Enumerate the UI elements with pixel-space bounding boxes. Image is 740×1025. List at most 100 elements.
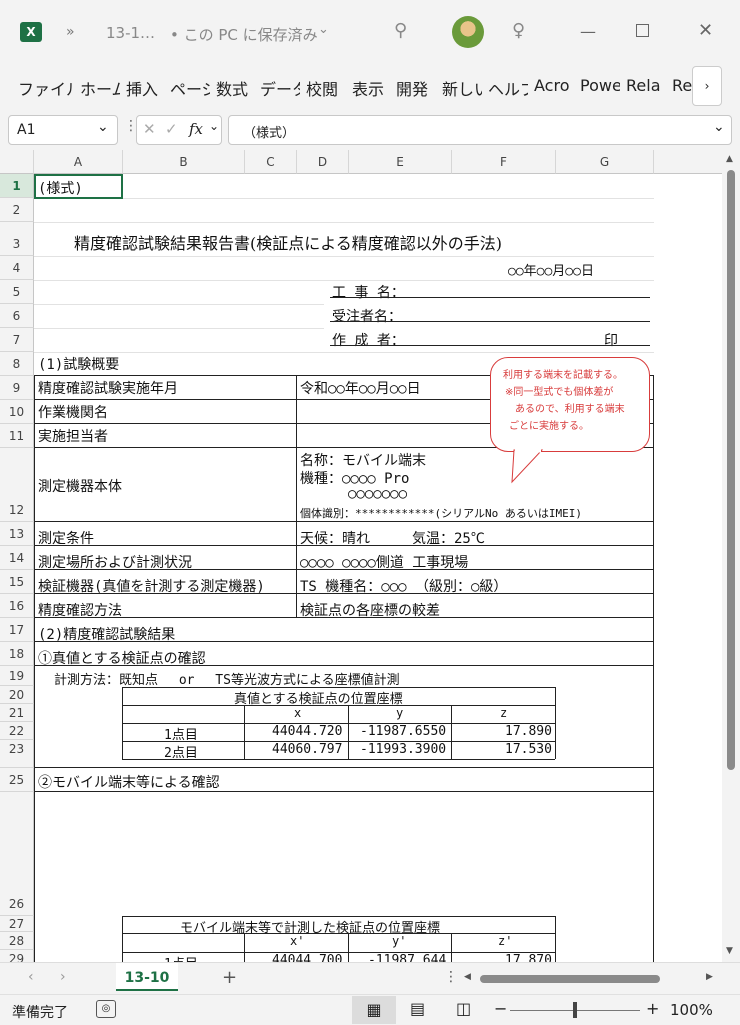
- excel-icon[interactable]: X: [20, 22, 42, 42]
- tab-re[interactable]: Re: [672, 76, 694, 95]
- cancel-icon[interactable]: ✕: [143, 120, 156, 138]
- scroll-up-icon[interactable]: ▲: [726, 154, 733, 164]
- row-header[interactable]: 11: [0, 424, 34, 448]
- row-header[interactable]: 29: [0, 950, 34, 962]
- row-header[interactable]: 15: [0, 570, 34, 594]
- row-header[interactable]: 26: [0, 792, 34, 916]
- row-header[interactable]: 10: [0, 400, 34, 424]
- column-header-g[interactable]: G: [556, 150, 654, 174]
- tab-formulas[interactable]: 数式: [216, 76, 254, 100]
- formula-input[interactable]: （様式） ⌄: [228, 115, 732, 145]
- scroll-down-icon[interactable]: ▼: [726, 946, 733, 956]
- file-title: 13-1…: [106, 24, 156, 42]
- row-header[interactable]: 9: [0, 376, 34, 400]
- hscroll-right-icon[interactable]: ▶: [706, 972, 713, 982]
- tab-rela[interactable]: Rela: [626, 76, 666, 95]
- row-header[interactable]: 12: [0, 448, 34, 522]
- expand-formula-icon[interactable]: ⌄: [713, 119, 725, 135]
- section-heading: (1)試験概要: [38, 357, 120, 373]
- row-header[interactable]: 1: [0, 174, 34, 198]
- tab-page-layout[interactable]: ページ: [170, 76, 210, 100]
- chevron-down-icon[interactable]: ⌄: [318, 22, 329, 37]
- worksheet-grid[interactable]: A B C D E F G 1 2 3 4 5 6 7 8 9 10 11 12…: [0, 150, 722, 962]
- tab-file[interactable]: ファイル: [18, 76, 74, 100]
- zoom-slider-thumb[interactable]: [573, 1002, 577, 1018]
- horizontal-scroll-thumb[interactable]: [480, 975, 660, 983]
- hscroll-left-icon[interactable]: ◀: [464, 972, 471, 982]
- zoom-out-icon[interactable]: −: [494, 999, 507, 1018]
- gridline: [34, 280, 654, 281]
- row-header[interactable]: 21: [0, 704, 34, 722]
- name-box[interactable]: A1 ⌄: [8, 115, 118, 145]
- avatar[interactable]: [452, 16, 484, 48]
- row-header[interactable]: 19: [0, 666, 34, 686]
- zoom-in-icon[interactable]: +: [646, 999, 659, 1018]
- row-header[interactable]: 5: [0, 280, 34, 304]
- title-bar: X » 13-1… • この PC に保存済み ⌄ ⚲ ♀ — ✕: [0, 0, 740, 64]
- tab-developer[interactable]: 開発: [396, 76, 434, 100]
- ribbon-scroll-right-button[interactable]: ›: [692, 66, 722, 106]
- tab-help[interactable]: ヘルプ: [488, 76, 528, 100]
- normal-view-button[interactable]: ▦: [352, 996, 396, 1024]
- prev-sheet-icon[interactable]: ‹: [28, 969, 34, 985]
- row-header[interactable]: 4: [0, 256, 34, 280]
- zoom-level[interactable]: 100%: [670, 1001, 713, 1019]
- table-title: 真値とする検証点の位置座標: [234, 692, 403, 707]
- row-header[interactable]: 7: [0, 328, 34, 352]
- minimize-icon[interactable]: —: [580, 22, 596, 41]
- row-header[interactable]: 20: [0, 686, 34, 704]
- tab-new[interactable]: 新しい: [442, 76, 482, 100]
- row-header[interactable]: 6: [0, 304, 34, 328]
- tab-power[interactable]: Powe: [580, 76, 620, 95]
- column-header-b[interactable]: B: [123, 150, 245, 174]
- row-header[interactable]: 13: [0, 522, 34, 546]
- accessibility-icon[interactable]: ◎: [96, 1000, 116, 1018]
- sheet-tab-active[interactable]: 13-10: [116, 963, 178, 991]
- next-sheet-icon[interactable]: ›: [60, 969, 66, 985]
- row-header[interactable]: 23: [0, 740, 34, 768]
- column-header-e[interactable]: E: [349, 150, 452, 174]
- insert-function-icon[interactable]: fx: [189, 120, 203, 138]
- lightbulb-icon[interactable]: ♀: [512, 20, 525, 41]
- more-icon[interactable]: ⋮: [444, 969, 458, 985]
- tab-review[interactable]: 校閲: [306, 76, 344, 100]
- row-header[interactable]: 27: [0, 916, 34, 932]
- contractor-label: 受注者名：: [332, 309, 402, 325]
- row-header[interactable]: 16: [0, 594, 34, 618]
- vertical-scrollbar[interactable]: ▲ ▼: [722, 150, 740, 962]
- column-header-a[interactable]: A: [34, 150, 123, 174]
- row-header[interactable]: 18: [0, 642, 34, 666]
- select-all-corner[interactable]: [0, 150, 34, 174]
- row-header[interactable]: 28: [0, 932, 34, 950]
- maximize-icon[interactable]: [636, 24, 649, 37]
- scroll-thumb[interactable]: [727, 170, 735, 770]
- row-header[interactable]: 3: [0, 222, 34, 256]
- enter-icon[interactable]: ✓: [165, 120, 178, 138]
- tab-acrobat[interactable]: Acro: [534, 76, 574, 95]
- more-commands-icon[interactable]: »: [66, 24, 75, 40]
- tab-insert[interactable]: 挿入: [126, 76, 164, 100]
- column-header-d[interactable]: D: [297, 150, 349, 174]
- save-status[interactable]: • この PC に保存済み: [170, 24, 318, 45]
- callout-note[interactable]: 利用する端末を記載する。 ※同一型式でも個体差が あるので、利用する端末 ごとに…: [490, 357, 650, 452]
- tab-data[interactable]: データ: [260, 76, 300, 100]
- search-icon[interactable]: ⚲: [394, 20, 407, 41]
- tab-view[interactable]: 表示: [352, 76, 390, 100]
- tab-home[interactable]: ホーム: [80, 76, 120, 100]
- row-header[interactable]: 17: [0, 618, 34, 642]
- close-icon[interactable]: ✕: [698, 20, 713, 41]
- callout-line: あるので、利用する端末: [515, 404, 625, 415]
- chevron-down-icon[interactable]: ⌄: [97, 119, 109, 135]
- chevron-down-icon[interactable]: ⌄: [209, 119, 219, 133]
- row-header[interactable]: 8: [0, 352, 34, 376]
- row-header[interactable]: 25: [0, 768, 34, 792]
- row-header[interactable]: 2: [0, 198, 34, 222]
- cell-z: 17.870: [505, 953, 552, 962]
- row-header[interactable]: 22: [0, 722, 34, 740]
- column-header-f[interactable]: F: [452, 150, 556, 174]
- column-header-c[interactable]: C: [245, 150, 297, 174]
- add-sheet-icon[interactable]: +: [222, 967, 237, 988]
- row-header[interactable]: 14: [0, 546, 34, 570]
- page-layout-view-icon[interactable]: ▤: [410, 999, 425, 1018]
- page-break-view-icon[interactable]: ◫: [456, 999, 471, 1018]
